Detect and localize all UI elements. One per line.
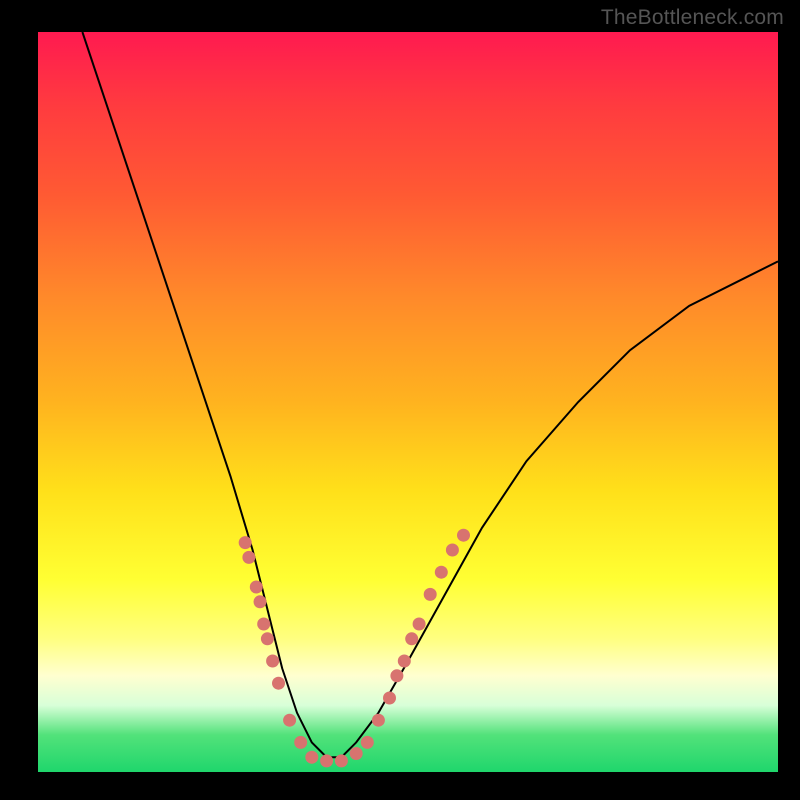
curve-dot (335, 754, 348, 767)
curve-dot (383, 692, 396, 705)
chart-plot-area (38, 32, 778, 772)
bottleneck-curve (82, 32, 778, 757)
curve-dot (283, 714, 296, 727)
chart-svg (38, 32, 778, 772)
curve-dot (242, 551, 255, 564)
curve-dot (372, 714, 385, 727)
curve-dots (239, 529, 470, 768)
curve-dot (261, 632, 274, 645)
curve-dot (390, 669, 403, 682)
curve-dot (446, 544, 459, 557)
curve-dot (266, 655, 279, 668)
curve-dot (435, 566, 448, 579)
curve-dot (305, 751, 318, 764)
curve-dot (272, 677, 285, 690)
curve-dot (250, 581, 263, 594)
curve-dot (254, 595, 267, 608)
curve-dot (320, 754, 333, 767)
curve-dot (413, 618, 426, 631)
curve-dot (405, 632, 418, 645)
curve-dot (257, 618, 270, 631)
chart-frame: TheBottleneck.com (0, 0, 800, 800)
curve-dot (398, 655, 411, 668)
curve-dot (350, 747, 363, 760)
curve-dot (239, 536, 252, 549)
curve-dot (424, 588, 437, 601)
watermark-text: TheBottleneck.com (601, 6, 784, 30)
curve-dot (361, 736, 374, 749)
curve-dot (457, 529, 470, 542)
curve-dot (294, 736, 307, 749)
